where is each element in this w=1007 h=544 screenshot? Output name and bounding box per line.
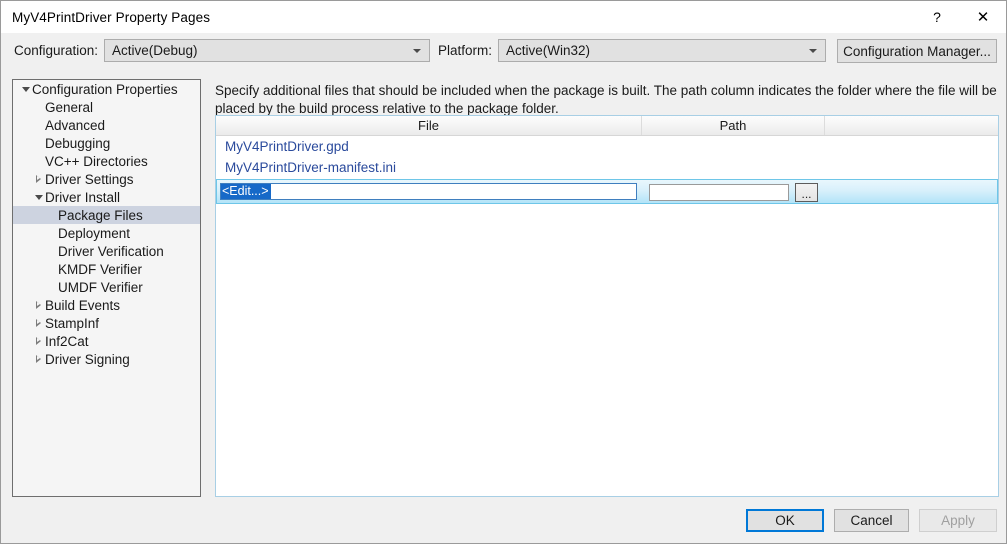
platform-label: Platform:: [438, 43, 493, 58]
file-name-input-value: <Edit...>: [221, 184, 271, 199]
file-name-input[interactable]: <Edit...>: [220, 183, 637, 200]
caption-buttons: ? ✕: [914, 1, 1006, 32]
chevron-down-icon: [21, 87, 30, 92]
help-icon[interactable]: ?: [914, 1, 960, 32]
tree-item-label: Deployment: [58, 225, 131, 241]
tree-item-inf2cat[interactable]: Inf2Cat: [13, 332, 200, 350]
tree-item-general[interactable]: General: [13, 98, 200, 116]
tree-item-label: VC++ Directories: [45, 153, 148, 169]
tree-item-debugging[interactable]: Debugging: [13, 134, 200, 152]
configuration-value: Active(Debug): [112, 43, 198, 58]
tree-item-driver-signing[interactable]: Driver Signing: [13, 350, 200, 368]
column-header-file[interactable]: File: [216, 116, 642, 135]
tree-item-deployment[interactable]: Deployment: [13, 224, 200, 242]
tree-item-label: Build Events: [45, 297, 121, 313]
tree-item-label: Package Files: [58, 207, 143, 223]
tree-item-label: UMDF Verifier: [58, 279, 143, 295]
page-description: Specify additional files that should be …: [215, 83, 997, 116]
tree-item-label: Configuration Properties: [32, 81, 178, 97]
window-title: MyV4PrintDriver Property Pages: [12, 9, 211, 25]
tree-item-driver-settings[interactable]: Driver Settings: [13, 170, 200, 188]
property-pages-dialog: MyV4PrintDriver Property Pages ? ✕ Confi…: [0, 0, 1007, 544]
chevron-right-icon[interactable]: [32, 337, 45, 345]
chevron-down-icon[interactable]: [19, 86, 32, 92]
tree-item-vc-directories[interactable]: VC++ Directories: [13, 152, 200, 170]
configuration-manager-button[interactable]: Configuration Manager...: [837, 39, 997, 63]
tree-item-driver-install[interactable]: Driver Install: [13, 188, 200, 206]
chevron-right-icon[interactable]: [32, 301, 45, 309]
chevron-right-icon: [36, 319, 41, 327]
chevron-down-icon: [413, 48, 421, 53]
tree-item-label: Advanced: [45, 117, 106, 133]
chevron-down-icon[interactable]: [32, 194, 45, 200]
tree-item-build-events[interactable]: Build Events: [13, 296, 200, 314]
grid-body: MyV4PrintDriver.gpd MyV4PrintDriver-manif…: [216, 136, 998, 178]
browse-button[interactable]: ...: [795, 183, 818, 202]
tree-item-label: StampInf: [45, 315, 100, 331]
apply-button: Apply: [919, 509, 997, 532]
grid-edit-row[interactable]: <Edit...> ...: [216, 179, 998, 204]
chevron-right-icon[interactable]: [32, 355, 45, 363]
column-header-extra[interactable]: [825, 116, 997, 135]
chevron-right-icon[interactable]: [32, 175, 45, 183]
chevron-right-icon[interactable]: [32, 319, 45, 327]
tree-item-kmdf-verifier[interactable]: KMDF Verifier: [13, 260, 200, 278]
tree-item-label: KMDF Verifier: [58, 261, 143, 277]
chevron-right-icon: [36, 355, 41, 363]
grid-header-row: File Path: [216, 116, 998, 136]
tree-item-label: Driver Signing: [45, 351, 130, 367]
cancel-button[interactable]: Cancel: [834, 509, 909, 532]
tree-item-driver-verification[interactable]: Driver Verification: [13, 242, 200, 260]
column-header-path[interactable]: Path: [642, 116, 825, 135]
path-input[interactable]: [649, 184, 789, 201]
chevron-down-icon: [34, 195, 43, 200]
tree-item-label: Driver Settings: [45, 171, 134, 187]
chevron-down-icon: [809, 48, 817, 53]
close-icon[interactable]: ✕: [960, 1, 1006, 32]
tree-item-advanced[interactable]: Advanced: [13, 116, 200, 134]
tree-item-package-files[interactable]: Package Files: [13, 206, 200, 224]
properties-tree[interactable]: Configuration Properties General Advanced D…: [12, 79, 201, 497]
title-bar: MyV4PrintDriver Property Pages ? ✕: [1, 1, 1006, 33]
tree-item-label: General: [45, 99, 94, 115]
file-name-cell[interactable]: MyV4PrintDriver-manifest.ini: [225, 160, 396, 175]
platform-value: Active(Win32): [506, 43, 591, 58]
table-row[interactable]: MyV4PrintDriver-manifest.ini: [216, 157, 998, 178]
configuration-label: Configuration:: [14, 43, 99, 58]
ok-button[interactable]: OK: [746, 509, 824, 532]
tree-item-label: Driver Install: [45, 189, 121, 205]
tree-item-label: Driver Verification: [58, 243, 164, 259]
tree-item-label: Inf2Cat: [45, 333, 89, 349]
tree-item-stampinf[interactable]: StampInf: [13, 314, 200, 332]
chevron-right-icon: [36, 337, 41, 345]
table-row[interactable]: MyV4PrintDriver.gpd: [216, 136, 998, 157]
chevron-right-icon: [36, 301, 41, 309]
platform-dropdown[interactable]: Active(Win32): [498, 39, 826, 62]
tree-item-configuration-properties[interactable]: Configuration Properties: [13, 80, 200, 98]
tree-item-label: Debugging: [45, 135, 111, 151]
configuration-bar: Configuration: Active(Debug) Platform: A…: [1, 33, 1006, 69]
tree-item-umdf-verifier[interactable]: UMDF Verifier: [13, 278, 200, 296]
package-files-grid[interactable]: File Path MyV4PrintDriver.gpd MyV4PrintDr…: [215, 115, 999, 497]
configuration-dropdown[interactable]: Active(Debug): [104, 39, 430, 62]
chevron-right-icon: [36, 175, 41, 183]
file-name-cell[interactable]: MyV4PrintDriver.gpd: [225, 139, 349, 154]
